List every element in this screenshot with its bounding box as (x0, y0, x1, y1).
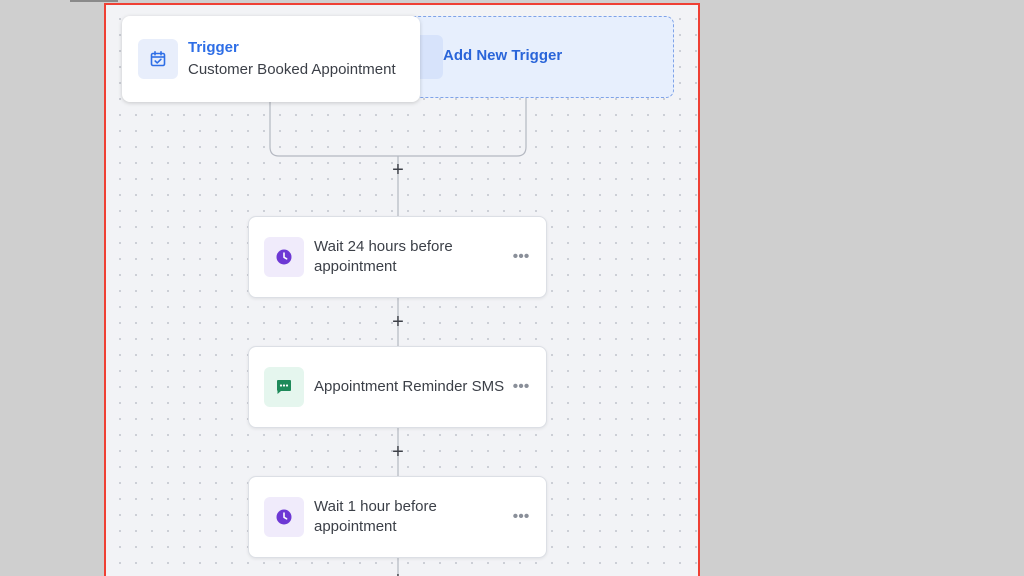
trigger-text: Trigger Customer Booked Appointment (188, 37, 396, 82)
step-label: Appointment Reminder SMS (314, 378, 505, 395)
trigger-card[interactable]: Trigger Customer Booked Appointment (122, 16, 420, 102)
clock-icon (264, 237, 304, 277)
more-options-icon[interactable]: ••• (512, 248, 530, 266)
step-card-reminder-sms[interactable]: Appointment Reminder SMS ••• (248, 346, 547, 428)
add-step-button[interactable]: + (388, 160, 408, 180)
step-label: Wait 1 hour before appointment (314, 498, 437, 535)
step-card-wait-1-hour[interactable]: Wait 1 hour before appointment ••• (248, 476, 547, 558)
trigger-event-name: Customer Booked Appointment (188, 60, 396, 78)
add-step-button[interactable]: + (388, 570, 408, 576)
add-step-button[interactable]: + (388, 442, 408, 462)
clock-icon (264, 497, 304, 537)
more-options-icon[interactable]: ••• (512, 508, 530, 526)
step-card-wait-24-hours[interactable]: Wait 24 hours before appointment ••• (248, 216, 547, 298)
workflow-canvas[interactable]: Add New Trigger Trigger Customer Booked … (104, 3, 700, 576)
chat-message-icon (264, 367, 304, 407)
screen: Add New Trigger Trigger Customer Booked … (0, 0, 1024, 576)
top-tab-fragment (70, 0, 118, 2)
add-new-trigger-label: Add New Trigger (443, 47, 563, 64)
more-options-icon[interactable]: ••• (512, 378, 530, 396)
add-step-button[interactable]: + (388, 312, 408, 332)
trigger-title: Trigger (188, 38, 239, 56)
step-label: Wait 24 hours before appointment (314, 238, 453, 275)
calendar-check-icon (138, 39, 178, 79)
